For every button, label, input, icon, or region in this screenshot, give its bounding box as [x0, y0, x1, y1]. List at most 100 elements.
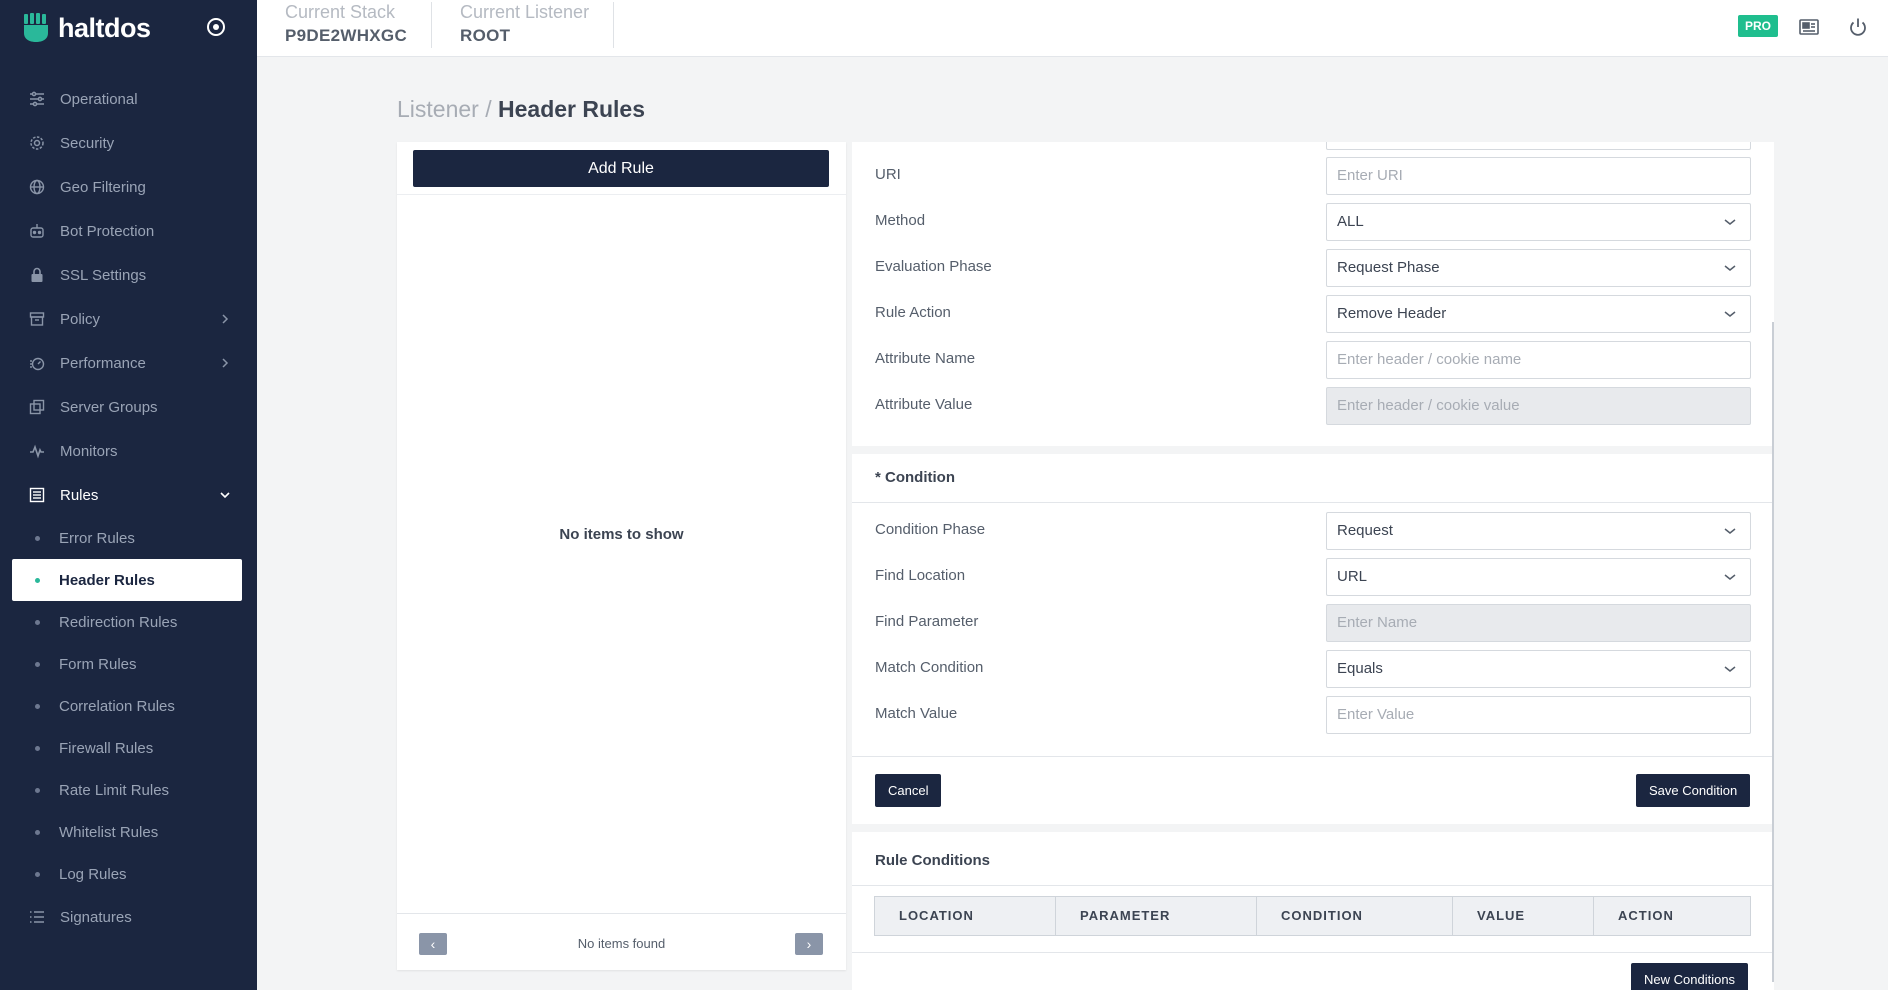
- match-value-row: Match Value Enter Value: [852, 696, 1774, 734]
- new-conditions-button[interactable]: New Conditions: [1631, 963, 1749, 990]
- sidebar-subitem-error-rules[interactable]: Error Rules: [0, 517, 257, 559]
- match-condition-label: Match Condition: [875, 659, 984, 676]
- breadcrumb: Listener / Header Rules: [397, 96, 645, 123]
- sidebar-item-monitors[interactable]: Monitors: [0, 429, 257, 473]
- sidebar-subitem-label: Header Rules: [59, 571, 155, 589]
- sidebar: haltdos Operational Security Geo Filteri…: [0, 0, 257, 990]
- sliders-icon: [28, 90, 46, 108]
- sidebar-subitem-firewall-rules[interactable]: Firewall Rules: [0, 727, 257, 769]
- copy-icon: [28, 398, 46, 416]
- sidebar-subitem-header-rules[interactable]: Header Rules: [12, 559, 242, 601]
- column-header[interactable]: LOCATION: [875, 897, 1056, 935]
- bullet-icon: [35, 536, 40, 541]
- bullet-icon: [35, 830, 40, 835]
- next-page-button[interactable]: ›: [795, 933, 823, 955]
- find-location-row: Find Location URL: [852, 558, 1774, 596]
- column-header[interactable]: ACTION: [1594, 897, 1750, 935]
- sidebar-item-rules[interactable]: Rules: [0, 473, 257, 517]
- attr-name-input[interactable]: Enter header / cookie name: [1326, 341, 1751, 379]
- sidebar-item-bot-protection[interactable]: Bot Protection: [0, 209, 257, 253]
- chevron-down-icon: [1724, 528, 1736, 534]
- sidebar-subitem-label: Firewall Rules: [59, 739, 154, 757]
- phase-value: Request Phase: [1337, 259, 1440, 276]
- sidebar-item-label: Operational: [60, 90, 138, 108]
- chevron-down-icon: [1724, 219, 1736, 225]
- find-location-value: URL: [1337, 568, 1368, 585]
- sidebar-subitem-log-rules[interactable]: Log Rules: [0, 853, 257, 895]
- chevron-right-icon: [222, 358, 229, 368]
- attr-value-row: Attribute Value Enter header / cookie va…: [852, 387, 1774, 425]
- news-icon[interactable]: [1798, 16, 1820, 38]
- current-stack-value: P9DE2WHXGC: [285, 26, 408, 45]
- find-parameter-input[interactable]: Enter Name: [1326, 604, 1751, 642]
- sidebar-item-geo-filtering[interactable]: Geo Filtering: [0, 165, 257, 209]
- phase-select[interactable]: Request Phase: [1326, 249, 1751, 287]
- attr-value-input[interactable]: Enter header / cookie value: [1326, 387, 1751, 425]
- sidebar-subitem-correlation-rules[interactable]: Correlation Rules: [0, 685, 257, 727]
- brand-name: haltdos: [58, 12, 151, 43]
- current-listener[interactable]: Current Listener ROOT: [432, 2, 615, 48]
- condition-phase-select[interactable]: Request: [1326, 512, 1751, 550]
- action-value: Remove Header: [1337, 305, 1447, 322]
- target-icon[interactable]: [205, 16, 227, 38]
- page-title: Header Rules: [498, 96, 646, 122]
- sidebar-item-label: Rules: [60, 486, 99, 504]
- add-rule-button[interactable]: Add Rule: [413, 150, 829, 187]
- method-select[interactable]: ALL: [1326, 203, 1751, 241]
- sidebar-item-performance[interactable]: Performance: [0, 341, 257, 385]
- phase-row: Evaluation Phase Request Phase: [852, 249, 1774, 287]
- sidebar-item-label: Geo Filtering: [60, 178, 146, 196]
- match-condition-select[interactable]: Equals: [1326, 650, 1751, 688]
- action-select[interactable]: Remove Header: [1326, 295, 1751, 333]
- current-stack[interactable]: Current Stack P9DE2WHXGC: [257, 2, 433, 48]
- sidebar-subitem-redirection-rules[interactable]: Redirection Rules: [0, 601, 257, 643]
- pro-badge: PRO: [1738, 15, 1779, 37]
- save-condition-button[interactable]: Save Condition: [1636, 774, 1751, 807]
- chevron-right-icon: [222, 314, 229, 324]
- match-value-input[interactable]: Enter Value: [1326, 696, 1751, 734]
- previous-field[interactable]: [1326, 142, 1751, 150]
- list-box-icon: [28, 486, 46, 504]
- pulse-icon: [28, 442, 46, 460]
- sidebar-item-operational[interactable]: Operational: [0, 77, 257, 121]
- sidebar-item-label: Performance: [60, 354, 146, 372]
- scrollbar[interactable]: [1772, 322, 1774, 982]
- breadcrumb-parent[interactable]: Listener /: [397, 96, 492, 122]
- rule-conditions-table-header: LOCATION PARAMETER CONDITION VALUE ACTIO…: [874, 896, 1751, 936]
- sidebar-subitem-whitelist-rules[interactable]: Whitelist Rules: [0, 811, 257, 853]
- chevron-down-icon: [1724, 574, 1736, 580]
- sidebar-subitem-rate-limit-rules[interactable]: Rate Limit Rules: [0, 769, 257, 811]
- sidebar-item-ssl-settings[interactable]: SSL Settings: [0, 253, 257, 297]
- uri-input[interactable]: Enter URI: [1326, 157, 1751, 195]
- chevron-down-icon: [1724, 311, 1736, 317]
- power-icon[interactable]: [1847, 16, 1869, 38]
- sidebar-subitem-form-rules[interactable]: Form Rules: [0, 643, 257, 685]
- sidebar-item-policy[interactable]: Policy: [0, 297, 257, 341]
- find-parameter-label: Find Parameter: [875, 613, 979, 630]
- bullet-icon: [35, 746, 40, 751]
- rule-conditions-title: Rule Conditions: [875, 852, 990, 869]
- find-location-select[interactable]: URL: [1326, 558, 1751, 596]
- sidebar-item-label: Bot Protection: [60, 222, 155, 240]
- cancel-button[interactable]: Cancel: [875, 774, 942, 807]
- condition-phase-label: Condition Phase: [875, 521, 986, 538]
- attr-name-row: Attribute Name Enter header / cookie nam…: [852, 341, 1774, 379]
- empty-state: No items to show: [559, 526, 684, 543]
- sidebar-item-server-groups[interactable]: Server Groups: [0, 385, 257, 429]
- sidebar-item-signatures[interactable]: Signatures: [0, 895, 257, 939]
- column-header[interactable]: CONDITION: [1257, 897, 1453, 935]
- column-header[interactable]: PARAMETER: [1056, 897, 1257, 935]
- pagination: ‹ No items found ›: [397, 913, 846, 970]
- current-listener-value: ROOT: [460, 26, 511, 45]
- divider: [852, 502, 1774, 503]
- chevron-down-icon: [1724, 666, 1736, 672]
- topbar: Current Stack P9DE2WHXGC Current Listene…: [257, 0, 1888, 57]
- phase-label: Evaluation Phase: [875, 258, 992, 275]
- list-icon: [28, 908, 46, 926]
- chevron-down-icon: [220, 492, 230, 499]
- brand[interactable]: haltdos: [22, 10, 151, 46]
- sidebar-item-security[interactable]: Security: [0, 121, 257, 165]
- column-header[interactable]: VALUE: [1453, 897, 1594, 935]
- lock-icon: [28, 266, 46, 284]
- bullet-icon: [35, 788, 40, 793]
